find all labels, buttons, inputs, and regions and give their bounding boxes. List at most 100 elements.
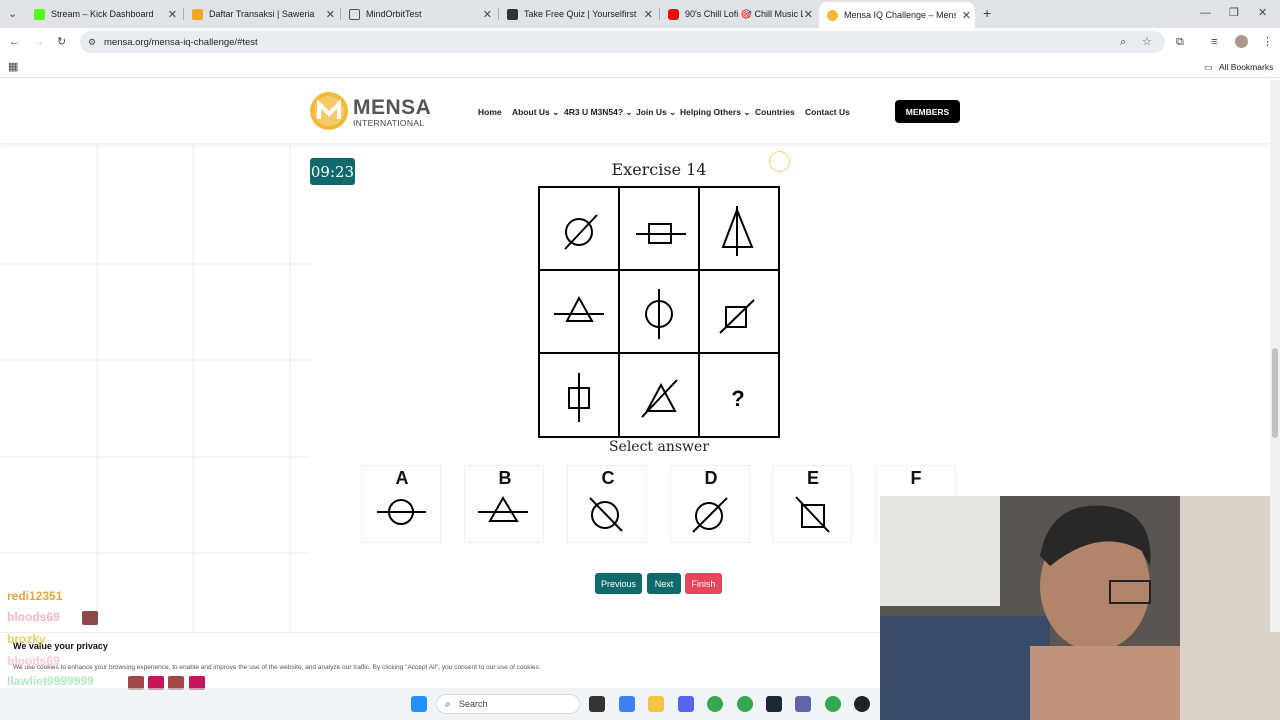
screen: ⌄ Stream – Kick Dashboard ✕ Daftar Trans… [0,0,1280,720]
nav-about-us[interactable]: About Us ⌄ [512,107,559,118]
webcam-overlay [880,496,1280,720]
tab-label: Mensa IQ Challenge – Mensa In [844,10,956,20]
file-explorer-icon[interactable] [648,696,664,712]
close-icon[interactable]: ✕ [326,8,335,21]
menu-kebab-icon[interactable]: ⋮ [1262,35,1273,49]
nav-home[interactable]: Home [478,107,502,117]
youtube-favicon-icon [668,8,679,20]
apps-grid-icon[interactable]: ▦ [8,60,18,74]
task-view-icon[interactable] [589,696,605,712]
option-letter: E [806,468,819,488]
teams-icon[interactable] [795,696,811,712]
scrollbar-thumb[interactable] [1272,348,1278,438]
zoom-icon[interactable]: ⌕ [1120,35,1126,49]
square-slash-figure [719,299,755,334]
windows-start-icon[interactable] [411,696,427,712]
members-button[interactable]: MEMBERS [895,100,960,123]
finish-button[interactable]: Finish [685,573,722,594]
square-backslash-icon [795,496,830,533]
tab-mindorbit[interactable]: MindOrbitTest ✕ [341,4,496,24]
browser-tab-bar: ⌄ Stream – Kick Dashboard ✕ Daftar Trans… [0,0,1280,28]
cursor-highlight-ring [769,151,790,172]
nav-contact-us[interactable]: Contact Us [805,107,850,117]
chrome-icon[interactable] [707,696,723,712]
url-text: mensa.org/mensa-iq-challenge/#test [104,36,258,48]
puzzle-grid-svg: ? [540,188,778,436]
circle-slash-icon [692,497,728,533]
tab-label: Daftar Transaksi | Saweria [209,9,315,19]
forward-icon[interactable]: → [33,35,44,49]
option-b[interactable]: B [464,465,544,543]
circle-backslash-icon [589,497,623,532]
close-icon[interactable]: ✕ [804,8,813,21]
tab-saweria[interactable]: Daftar Transaksi | Saweria ✕ [184,4,339,24]
tab-mensa[interactable]: Mensa IQ Challenge – Mensa In ✕ [819,2,975,28]
maximize-icon[interactable]: ❐ [1229,6,1239,20]
tab-youtube[interactable]: 90's Chill Lofi 🎯 Chill Music Lo ✕ [660,4,817,24]
all-bookmarks[interactable]: All Bookmarks [1219,62,1273,72]
url-field[interactable]: ⚙ mensa.org/mensa-iq-challenge/#test ⌕ ☆ [80,31,1165,53]
nav-join-us[interactable]: Join Us ⌄ [636,107,676,118]
taskbar-search[interactable]: ⌕ Search [436,694,580,714]
option-d[interactable]: D [670,465,750,543]
option-c[interactable]: C [567,465,647,543]
back-icon[interactable]: ← [9,35,20,49]
minimize-icon[interactable]: — [1200,6,1211,20]
bookmark-star-icon[interactable]: ☆ [1142,35,1152,49]
close-icon[interactable]: ✕ [483,8,492,21]
triangle-slash-figure [641,379,678,418]
page-favicon-icon [349,8,360,20]
rectangle-vertical-figure [568,373,590,422]
logo-subtitle: INTERNATIONAL [353,118,425,128]
chat-emote-icon [82,611,98,625]
circle-vertical-figure [645,289,673,339]
close-icon[interactable]: ✕ [644,8,653,21]
triangle-horizontal-figure [554,295,604,322]
option-e[interactable]: E [772,465,852,543]
previous-button[interactable]: Previous [595,573,642,594]
select-answer-label: Select answer [608,439,710,455]
site-header [0,80,1270,143]
chrome-profile-icon[interactable] [737,696,753,712]
close-icon[interactable]: ✕ [962,9,971,22]
copilot-icon[interactable] [619,696,635,712]
tab-search-icon[interactable]: ⌄ [8,7,17,21]
puzzle-matrix: ? [538,186,780,438]
tab-label: Stream – Kick Dashboard [51,9,154,19]
mensa-logo-icon[interactable] [310,92,348,130]
option-letter: A [395,468,409,488]
profile-avatar-icon[interactable] [1235,35,1248,48]
search-icon: ⌕ [445,699,451,710]
chat-username: bloods69 [7,610,60,624]
site-info-icon[interactable]: ⚙ [88,35,96,49]
new-tab-icon[interactable]: + [983,6,991,20]
next-button[interactable]: Next [647,573,681,594]
folder-icon: ▭ [1204,62,1213,72]
chat-username: bloods69 [7,654,60,668]
discord-icon[interactable] [678,696,694,712]
close-icon[interactable]: ✕ [168,8,177,21]
extensions-icon[interactable]: ⧉ [1176,35,1184,49]
window-close-icon[interactable]: ✕ [1258,6,1267,20]
media-control-icon[interactable]: ≡ [1211,35,1217,49]
reload-icon[interactable]: ↻ [57,35,66,49]
obs-icon[interactable] [854,696,870,712]
option-letter: F [910,468,922,488]
nav-are-you-mensa[interactable]: 4R3 U M3N54? ⌄ [564,107,633,118]
option-letter: B [498,468,512,488]
nav-helping-others[interactable]: Helping Others ⌄ [680,107,750,118]
chrome-active-icon[interactable] [825,696,841,712]
tab-yourselfirst[interactable]: Take Free Quiz | Yourselfirst ✕ [499,4,657,24]
address-bar-row: ← → ↻ ⚙ mensa.org/mensa-iq-challenge/#te… [0,28,1280,56]
logo-title[interactable]: MENSA [353,96,431,120]
tab-kick[interactable]: Stream – Kick Dashboard ✕ [26,4,181,24]
circle-slash-figure [564,214,598,250]
nav-countries[interactable]: Countries [755,107,795,117]
option-a[interactable]: A [361,465,441,543]
yourselfirst-favicon-icon [507,8,518,20]
tab-label: MindOrbitTest [366,9,422,19]
bookmarks-bar: ▦ ▭ All Bookmarks [0,56,1280,78]
steam-icon[interactable] [766,696,782,712]
chat-username: brozky [7,632,46,646]
rectangle-horizontal-figure [636,223,686,244]
